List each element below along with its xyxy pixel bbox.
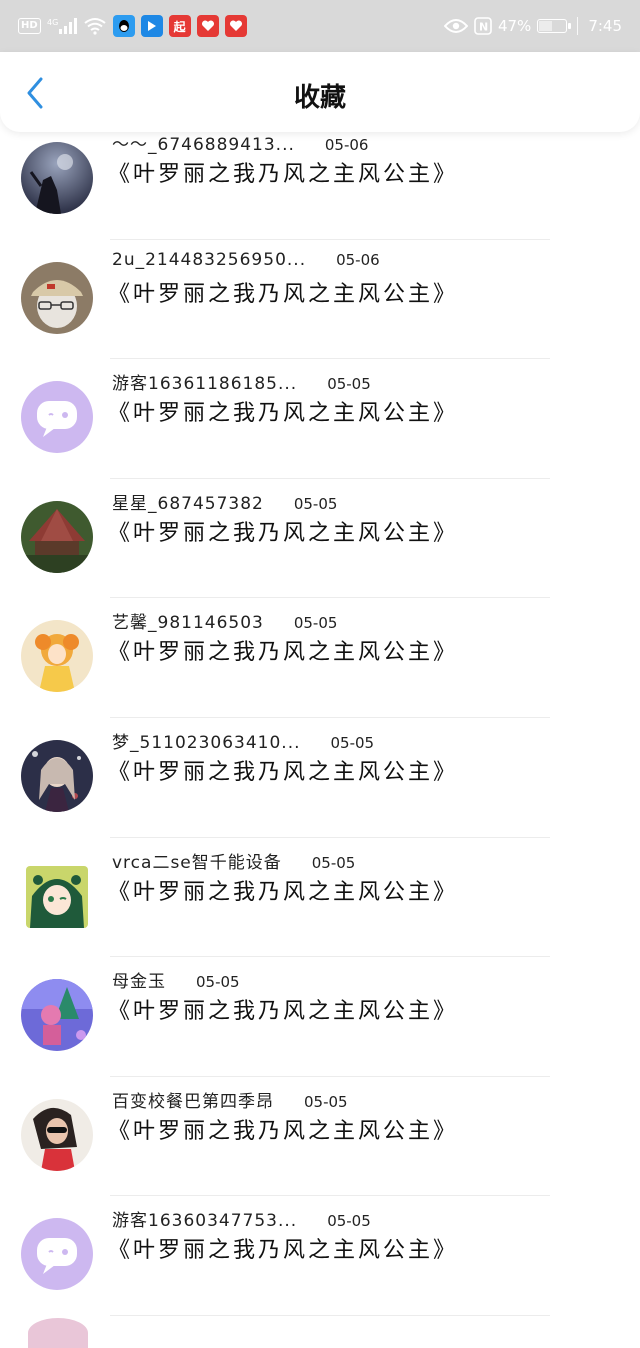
status-separator	[577, 17, 579, 35]
user-name: 游客16360347753...	[112, 1211, 298, 1232]
favorite-title[interactable]: 《叶罗丽之我乃风之主风公主》	[108, 754, 458, 786]
item-meta: vrca二se智千能设备 05-05	[112, 848, 355, 873]
item-date: 05-05	[293, 494, 338, 513]
user-name: 艺馨_981146503	[112, 613, 264, 634]
default-avatar[interactable]	[21, 1218, 93, 1291]
item-meta: 梦_511023063410... 05-05	[112, 728, 374, 753]
eye-icon	[443, 18, 468, 34]
item-meta: 星星_687457382 05-05	[112, 489, 337, 514]
status-bar: HD 4G 起 N 47% 7:45	[0, 0, 640, 52]
hd-icon: HD	[18, 18, 41, 34]
list-item[interactable]: 艺馨_981146503 05-05 《叶罗丽之我乃风之主风公主》	[0, 598, 640, 718]
favorite-title[interactable]: 《叶罗丽之我乃风之主风公主》	[108, 395, 458, 427]
nfc-icon: N	[474, 17, 492, 35]
list-item[interactable]: 百变校餐巴第四季昂 05-05 《叶罗丽之我乃风之主风公主》	[0, 1077, 640, 1197]
clock: 7:45	[588, 17, 622, 35]
qq-icon	[112, 15, 135, 37]
avatar[interactable]	[21, 620, 93, 693]
item-date: 05-05	[327, 1212, 371, 1231]
list-item[interactable]: ～～_6746889413... 05-06 《叶罗丽之我乃风之主风公主》	[0, 120, 640, 240]
list-item[interactable]: 梦_511023063410... 05-05 《叶罗丽之我乃风之主风公主》	[0, 718, 640, 838]
avatar[interactable]	[21, 500, 93, 573]
list-item[interactable]: 星星_687457382 05-05 《叶罗丽之我乃风之主风公主》	[0, 479, 640, 599]
favorites-list: ～～_6746889413... 05-06 《叶罗丽之我乃风之主风公主》 2u_21…	[0, 132, 640, 1316]
status-bar-left: HD 4G 起	[18, 15, 247, 37]
user-name: ～～_6746889413...	[112, 135, 295, 155]
svg-text:4G: 4G	[47, 18, 58, 27]
user-name: 星星_687457382	[112, 493, 264, 514]
favorite-title[interactable]: 《叶罗丽之我乃风之主风公主》	[108, 1232, 458, 1264]
item-date: 05-05	[311, 853, 356, 872]
list-item[interactable]: 游客16361186185... 05-05 《叶罗丽之我乃风之主风公主》	[0, 359, 640, 479]
status-bar-right: N 47% 7:45	[443, 17, 622, 35]
avatar[interactable]	[21, 1098, 93, 1171]
item-meta: 游客16361186185... 05-05	[112, 369, 371, 394]
item-meta: 艺馨_981146503 05-05	[112, 608, 337, 633]
user-name: vrca二se智千能设备	[112, 852, 282, 873]
avatar[interactable]	[28, 1318, 88, 1348]
item-date: 05-05	[330, 733, 375, 752]
list-item[interactable]: 2u_214483256950... 05-06 《叶罗丽之我乃风之主风公主》	[0, 240, 640, 360]
favorite-title[interactable]: 《叶罗丽之我乃风之主风公主》	[108, 156, 458, 188]
page-title: 收藏	[293, 83, 346, 113]
avatar[interactable]	[21, 739, 93, 812]
app-blue-icon	[140, 15, 163, 37]
avatar[interactable]	[21, 261, 93, 334]
item-meta: 2u_214483256950... 05-06	[112, 250, 380, 270]
user-name: 百变校餐巴第四季昂	[112, 1091, 274, 1112]
nav-header: 收藏	[0, 52, 640, 132]
favorite-title[interactable]: 《叶罗丽之我乃风之主风公主》	[108, 515, 458, 547]
item-date: 05-05	[196, 973, 240, 992]
qidian-icon: 起	[168, 15, 191, 37]
list-item[interactable]: vrca二se智千能设备 05-05 《叶罗丽之我乃风之主风公主》	[0, 838, 640, 958]
favorite-title[interactable]: 《叶罗丽之我乃风之主风公主》	[108, 993, 458, 1025]
item-meta: 百变校餐巴第四季昂 05-05	[112, 1087, 348, 1112]
battery-percent: 47%	[497, 17, 532, 35]
list-item[interactable]: 游客16360347753... 05-05 《叶罗丽之我乃风之主风公主》	[0, 1196, 640, 1316]
item-meta: 游客16360347753... 05-05	[112, 1206, 371, 1231]
item-meta: 母金玉 05-05	[112, 967, 240, 992]
favorite-title[interactable]: 《叶罗丽之我乃风之主风公主》	[108, 634, 458, 666]
svg-text:N: N	[479, 21, 488, 34]
battery-icon	[537, 19, 572, 33]
user-name: 2u_214483256950...	[112, 249, 307, 270]
item-date: 05-06	[324, 136, 369, 154]
heart-app-icon	[224, 15, 247, 37]
user-name: 梦_511023063410...	[112, 732, 301, 753]
signal-icon: 4G	[47, 17, 77, 35]
item-meta: ～～_6746889413... 05-06	[112, 130, 368, 155]
item-date: 05-06	[336, 250, 380, 269]
avatar[interactable]	[26, 865, 88, 928]
default-avatar[interactable]	[21, 381, 93, 454]
item-date: 05-05	[293, 614, 338, 633]
wifi-icon	[83, 17, 107, 35]
user-name: 母金玉	[112, 972, 166, 993]
user-name: 游客16361186185...	[112, 374, 298, 395]
avatar[interactable]	[21, 979, 93, 1052]
favorite-title[interactable]: 《叶罗丽之我乃风之主风公主》	[108, 276, 458, 308]
favorite-title[interactable]: 《叶罗丽之我乃风之主风公主》	[108, 1113, 458, 1145]
item-date: 05-05	[327, 375, 371, 394]
avatar[interactable]	[21, 142, 93, 214]
list-item[interactable]: 母金玉 05-05 《叶罗丽之我乃风之主风公主》	[0, 957, 640, 1077]
item-date: 05-05	[304, 1092, 348, 1111]
favorite-title[interactable]: 《叶罗丽之我乃风之主风公主》	[108, 874, 458, 906]
heart-app-icon	[196, 15, 219, 37]
divider	[110, 1314, 550, 1316]
